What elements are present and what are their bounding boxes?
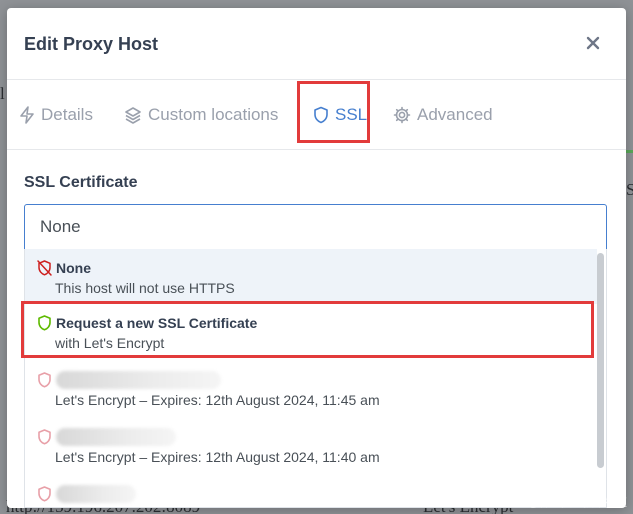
edit-proxy-host-modal: Edit Proxy Host Details Custom locations (7, 8, 626, 508)
shield-icon (314, 106, 328, 124)
blurred-domain-name (56, 485, 136, 503)
background-fragment-left: l (0, 84, 5, 103)
option-request-new-certificate[interactable]: Request a new SSL Certificate with Let's… (25, 304, 597, 361)
option-existing-certificate[interactable] (25, 475, 597, 507)
option-none[interactable]: None This host will not use HTTPS (25, 249, 597, 304)
option-request-title: Request a new SSL Certificate (56, 315, 258, 331)
blurred-domain-name (56, 428, 176, 446)
shield-icon (38, 429, 51, 445)
gear-icon (393, 106, 411, 124)
option-existing-certificate[interactable]: Let's Encrypt – Expires: 12th August 202… (25, 361, 597, 418)
shield-off-icon (37, 260, 52, 276)
tab-details-label: Details (41, 105, 93, 124)
modal-header: Edit Proxy Host (7, 8, 626, 80)
ssl-certificate-select[interactable]: None (24, 204, 607, 250)
tab-custom-locations-label: Custom locations (148, 105, 279, 124)
option-none-title: None (56, 260, 91, 276)
tab-advanced-label: Advanced (417, 105, 493, 124)
shield-icon (38, 315, 51, 331)
option-request-subtitle: with Let's Encrypt (55, 335, 165, 351)
tab-custom-locations[interactable]: Custom locations (124, 80, 278, 150)
dropdown-scrollbar[interactable] (597, 253, 604, 468)
ssl-certificate-label: SSL Certificate (24, 174, 138, 191)
close-icon (586, 36, 600, 50)
layers-icon (125, 107, 141, 124)
tab-details[interactable]: Details (19, 80, 93, 150)
option-existing-subtitle: Let's Encrypt – Expires: 12th August 202… (55, 449, 380, 465)
modal-title: Edit Proxy Host (24, 34, 159, 54)
blurred-domain-name (56, 371, 221, 389)
tab-ssl-label: SSL (335, 105, 368, 124)
lightning-icon (20, 106, 34, 124)
option-existing-certificate[interactable]: Let's Encrypt – Expires: 12th August 202… (25, 418, 597, 475)
option-none-subtitle: This host will not use HTTPS (55, 280, 235, 296)
close-button[interactable] (582, 32, 604, 54)
ssl-certificate-dropdown: None This host will not use HTTPS Reques… (24, 249, 607, 508)
watermark: @稀土掘金技术社区 (527, 497, 627, 509)
tab-ssl[interactable]: SSL (313, 80, 367, 150)
background-fragment-right: S (626, 180, 633, 199)
shield-icon (38, 486, 51, 502)
option-existing-subtitle: Let's Encrypt – Expires: 12th August 202… (55, 392, 380, 408)
tab-bar: Details Custom locations SSL Advanced (7, 80, 626, 150)
tab-advanced[interactable]: Advanced (393, 80, 493, 150)
shield-icon (38, 372, 51, 388)
ssl-certificate-selected-value: None (40, 217, 81, 236)
